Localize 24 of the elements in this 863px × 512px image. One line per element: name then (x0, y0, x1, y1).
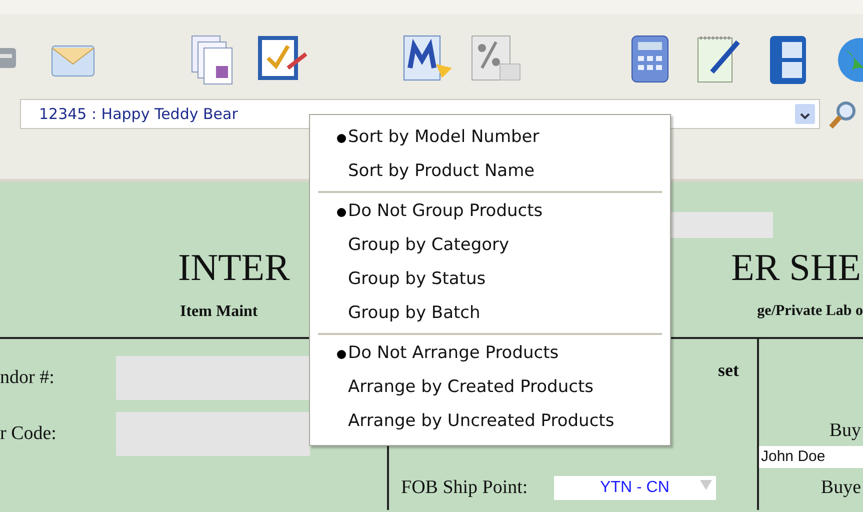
menu-item[interactable]: Group by Status (310, 263, 670, 297)
field-label: ndor #: (0, 366, 56, 390)
buyer-label: Buy (829, 419, 861, 443)
menu-item[interactable]: Arrange by Uncreated Products (310, 405, 670, 439)
subtitle-text: ge/Private Lab o (757, 302, 863, 321)
search-icon[interactable] (828, 99, 858, 129)
menu-item[interactable]: Group by Category (310, 229, 670, 263)
menu-item[interactable]: Do Not Group Products (310, 195, 670, 229)
menu-item[interactable]: Do Not Arrange Products (310, 337, 670, 371)
fob-label: FOB Ship Point: (401, 476, 528, 500)
field-label: r Code: (0, 422, 58, 446)
section-label: set (718, 359, 739, 382)
menu-item[interactable]: Sort by Product Name (310, 155, 670, 189)
buyer-field[interactable]: John Doe (759, 446, 863, 468)
menu-item[interactable]: Group by Batch (310, 297, 670, 331)
subtitle-text: Item Maint (180, 302, 258, 322)
text-field[interactable] (116, 356, 310, 400)
buyer-label: Buye (820, 476, 861, 500)
text-field[interactable] (116, 412, 310, 456)
title-text: INTER (178, 246, 290, 291)
fob-select[interactable]: YTN - CN (554, 476, 716, 500)
title-text: ER SHE (731, 246, 861, 291)
menu-item[interactable]: Arrange by Created Products (310, 371, 670, 405)
menu-item[interactable]: Sort by Model Number (310, 121, 670, 155)
